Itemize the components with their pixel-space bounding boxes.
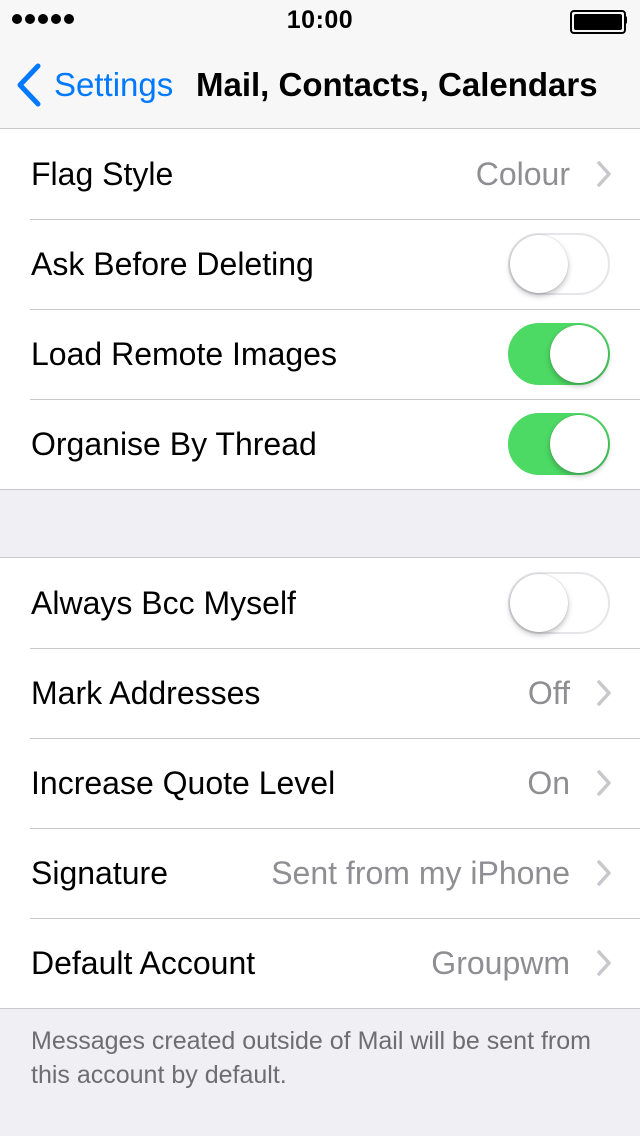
chevron-right-icon (597, 680, 611, 706)
chevron-right-icon (597, 950, 611, 976)
always-bcc-myself-toggle[interactable] (508, 572, 610, 634)
flag-style-row[interactable]: Flag Style Colour (0, 129, 640, 219)
back-button[interactable]: Settings (14, 62, 173, 108)
mark-addresses-row[interactable]: Mark Addresses Off (0, 648, 640, 738)
settings-group-2: Always Bcc Myself Mark Addresses Off Inc… (0, 557, 640, 1009)
default-account-label: Default Account (31, 944, 256, 981)
load-remote-images-toggle[interactable] (508, 323, 610, 385)
chevron-left-icon (17, 63, 41, 107)
chevron-right-icon (597, 770, 611, 796)
default-account-footer-note: Messages created outside of Mail will be… (31, 1027, 591, 1089)
load-remote-images-label: Load Remote Images (31, 335, 337, 372)
back-button-label: Settings (54, 66, 174, 103)
battery-full-icon (570, 10, 628, 34)
increase-quote-level-value: On (527, 764, 570, 801)
signature-label: Signature (31, 854, 168, 891)
always-bcc-myself-label: Always Bcc Myself (31, 584, 296, 621)
mark-addresses-label: Mark Addresses (31, 674, 261, 711)
ask-before-deleting-row: Ask Before Deleting (0, 219, 640, 309)
ask-before-deleting-label: Ask Before Deleting (31, 245, 314, 282)
signature-value: Sent from my iPhone (271, 854, 570, 891)
navigation-bar: Settings Mail, Contacts, Calendars (0, 40, 640, 129)
flag-style-value: Colour (475, 155, 570, 192)
chevron-right-icon (597, 860, 611, 886)
always-bcc-myself-row: Always Bcc Myself (0, 558, 640, 648)
status-time: 10:00 (286, 6, 354, 34)
load-remote-images-row: Load Remote Images (0, 309, 640, 399)
organise-by-thread-row: Organise By Thread (0, 399, 640, 489)
increase-quote-level-row[interactable]: Increase Quote Level On (0, 738, 640, 828)
chevron-right-icon (597, 161, 611, 187)
increase-quote-level-label: Increase Quote Level (31, 764, 336, 801)
mark-addresses-value: Off (527, 674, 570, 711)
ask-before-deleting-toggle[interactable] (508, 233, 610, 295)
settings-group-1: Flag Style Colour Ask Before Deleting Lo… (0, 128, 640, 490)
status-bar: 10:00 (0, 0, 640, 40)
default-account-value: Groupwm (431, 944, 570, 981)
signature-row[interactable]: Signature Sent from my iPhone (0, 828, 640, 918)
page-title: Mail, Contacts, Calendars (196, 66, 598, 103)
default-account-row[interactable]: Default Account Groupwm (0, 918, 640, 1008)
organise-by-thread-label: Organise By Thread (31, 425, 317, 462)
flag-style-label: Flag Style (31, 155, 174, 192)
organise-by-thread-toggle[interactable] (508, 413, 610, 475)
